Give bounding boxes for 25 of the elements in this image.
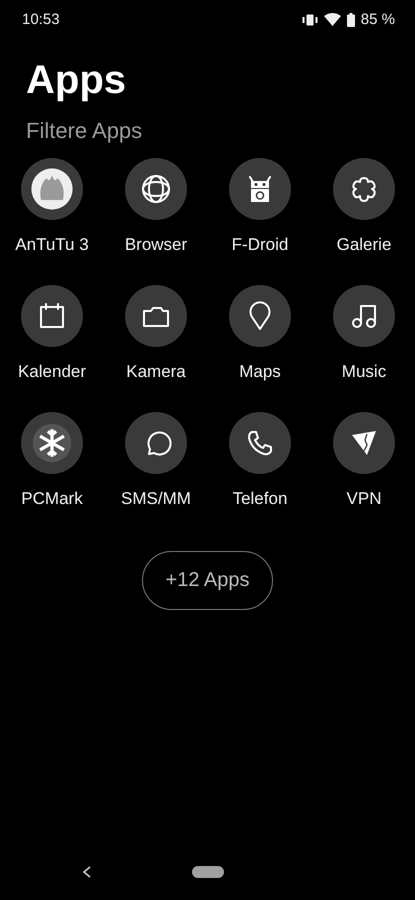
search-field[interactable]: Filtere Apps: [26, 116, 326, 146]
wifi-icon: [324, 13, 341, 26]
more-apps-button[interactable]: +12 Apps: [142, 551, 273, 610]
globe-icon: [140, 173, 172, 205]
time: 10:53: [22, 11, 60, 28]
app-label[interactable]: Maps: [239, 362, 281, 382]
app-label[interactable]: AnTuTu 3: [15, 235, 89, 255]
app-label[interactable]: PCMark: [21, 489, 83, 509]
back-icon[interactable]: [82, 866, 92, 878]
app-label[interactable]: Kalender: [18, 362, 86, 382]
vibrate-icon: [302, 14, 318, 26]
app-label[interactable]: VPN: [346, 489, 382, 509]
app-label[interactable]: Telefon: [232, 489, 288, 509]
page-title: Apps: [26, 57, 127, 104]
app-label[interactable]: Galerie: [336, 235, 392, 255]
snowflake-icon: [30, 421, 74, 465]
app-label[interactable]: F-Droid: [232, 235, 288, 255]
app-label[interactable]: SMS/MM: [121, 489, 191, 509]
battery-icon: [346, 12, 355, 26]
home-handle[interactable]: [192, 866, 224, 878]
app-label[interactable]: Kamera: [126, 362, 186, 382]
app-label[interactable]: Browser: [124, 235, 188, 255]
app-label[interactable]: Music: [342, 362, 386, 382]
antutu-icon: [30, 167, 74, 211]
battery-percentage: 85 %: [360, 11, 395, 28]
